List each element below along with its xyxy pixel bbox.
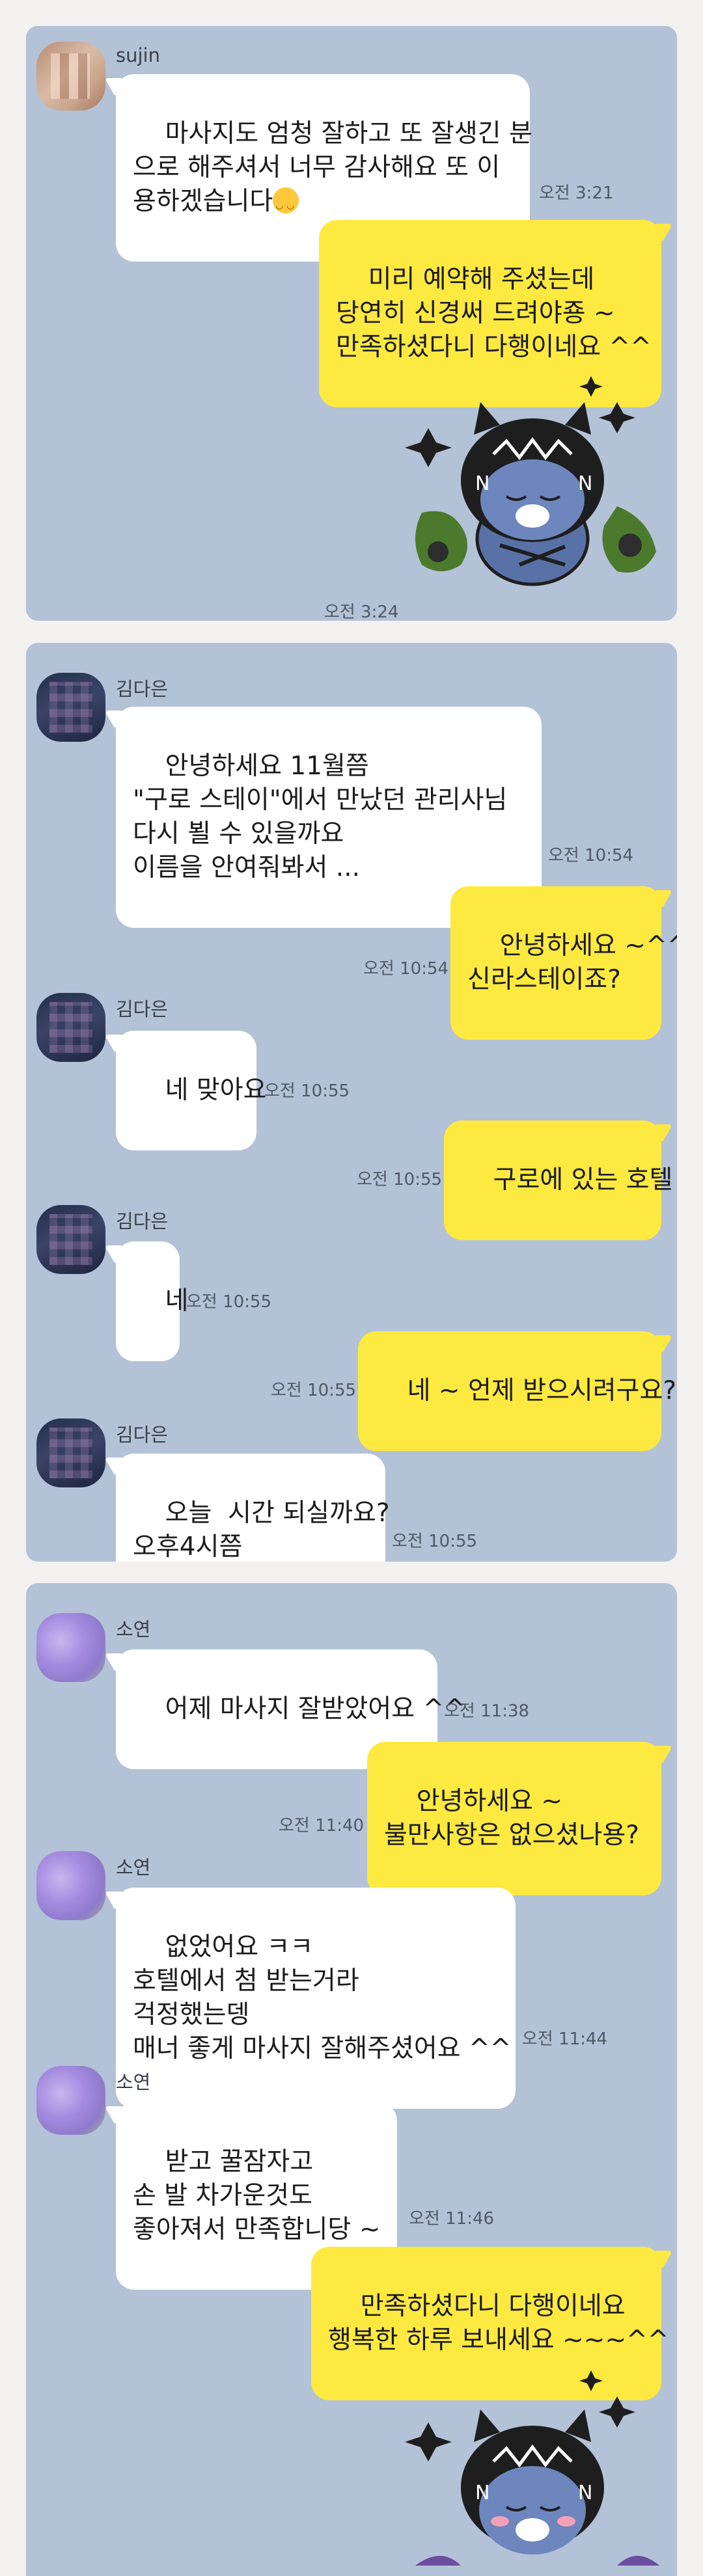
message-bubble[interactable]: 네 ~ 언제 받으시려구요? [358,1331,676,1451]
svg-text:N: N [475,2482,489,2504]
avatar[interactable] [36,2066,105,2135]
message-text: 만족하셨다니 다행이네요 행복한 하루 보내세요 ~~~^^ [328,2292,669,2355]
smiling-face-icon [273,187,299,223]
svg-text:N: N [475,472,489,495]
message-bubble[interactable]: 네 [116,1241,188,1361]
sender-name: 김다은 [116,1424,169,1446]
message-text: 마사지도 엄청 잘하고 또 잘생긴 분 으로 해주셔서 너무 감사해요 또 이 … [133,119,532,216]
message-time: 오전 10:54 [548,846,634,865]
sender-name: 김다은 [116,1210,169,1232]
message-time: 오전 10:55 [357,1170,443,1189]
message-text: 안녕하세요 ~^^ 신라스테이죠? [467,931,677,994]
message-bubble[interactable]: 네 맞아요 [116,1031,267,1150]
avatar[interactable] [36,1851,105,1920]
message-time: 오전 11:40 [279,1816,365,1836]
message-time: 오전 10:55 [264,1081,350,1101]
cat-sticker: N N [405,2370,659,2566]
sender-name: 소연 [116,1618,151,1640]
message-time: 오전 11:44 [522,2029,608,2049]
message-time: 오전 11:38 [444,1702,530,1721]
message-time: 오전 10:55 [186,1292,272,1312]
svg-text:N: N [578,472,592,495]
chat-screenshot-3: 소연 어제 마사지 잘받았어요 ^^ 오전 11:38 안녕하세요 ~ 불만사항… [26,1583,677,2576]
avatar[interactable] [36,1418,105,1487]
message-text: 구로에 있는 호텔 [493,1165,673,1195]
message-time: 오전 10:54 [363,959,449,979]
avatar[interactable] [36,993,105,1062]
message-text: 미리 예약해 주셨는데 당연히 신경써 드려야죵 ~ 만족하셨다니 다행이네요 … [336,265,652,362]
message-text: 안녕하세요 ~ 불만사항은 없으셨나용? [384,1787,639,1850]
message-text: 오늘 시간 되실까요? 오후4시쯤 [133,1498,390,1562]
message-text: 네 ~ 언제 받으시려구요? [407,1376,677,1405]
message-time: 오전 10:55 [392,1532,478,1551]
message-bubble[interactable]: 구로에 있는 호텔 [444,1120,673,1240]
message-time: 오전 3:24 [324,603,399,621]
message-text: 어제 마사지 잘받았어요 ^^ [165,1694,465,1724]
message-text: 받고 꿀잠자고 손 발 차가운것도 좋아져서 만족합니당 ~ [133,2147,381,2244]
message-bubble[interactable]: 없었어요 ㅋㅋ 호텔에서 첨 받는거라 걱정했는뎅 매너 좋게 마사지 잘해주셨… [116,1888,516,2109]
sender-name: sujin [116,44,160,66]
message-time: 오전 11:46 [409,2209,495,2229]
avatar[interactable] [36,1205,105,1274]
svg-text:N: N [578,2482,592,2504]
message-time: 오전 3:21 [539,183,614,203]
message-text: 안녕하세요 11월쯤 "구로 스테이"에서 만났던 관리사님 다시 뵐 수 있을… [133,752,508,882]
avatar[interactable] [36,673,105,742]
message-text: 네 맞아요 [165,1076,267,1105]
message-bubble[interactable]: 오늘 시간 되실까요? 오후4시쯤 [116,1454,390,1562]
message-bubble[interactable]: 안녕하세요 ~ 불만사항은 없으셨나용? [367,1742,661,1895]
sender-name: 김다은 [116,998,169,1020]
chat-screenshot-1: sujin 마사지도 엄청 잘하고 또 잘생긴 분 으로 해주셔서 너무 감사해… [26,26,677,621]
sender-name: 소연 [116,2071,151,2093]
cat-sticker: N N [405,376,656,586]
avatar[interactable] [36,1613,105,1682]
message-text: 네 [165,1286,189,1316]
message-bubble[interactable]: 안녕하세요 ~^^ 신라스테이죠? [450,886,677,1040]
avatar[interactable] [36,42,105,111]
sender-name: 김다은 [116,678,169,700]
message-time: 오전 10:55 [271,1381,357,1400]
sender-name: 소연 [116,1856,151,1878]
message-text: 없었어요 ㅋㅋ 호텔에서 첨 받는거라 걱정했는뎅 매너 좋게 마사지 잘해주셨… [133,1932,512,2063]
chat-screenshot-2: 김다은 안녕하세요 11월쯤 "구로 스테이"에서 만났던 관리사님 다시 뵐 … [26,643,677,1562]
